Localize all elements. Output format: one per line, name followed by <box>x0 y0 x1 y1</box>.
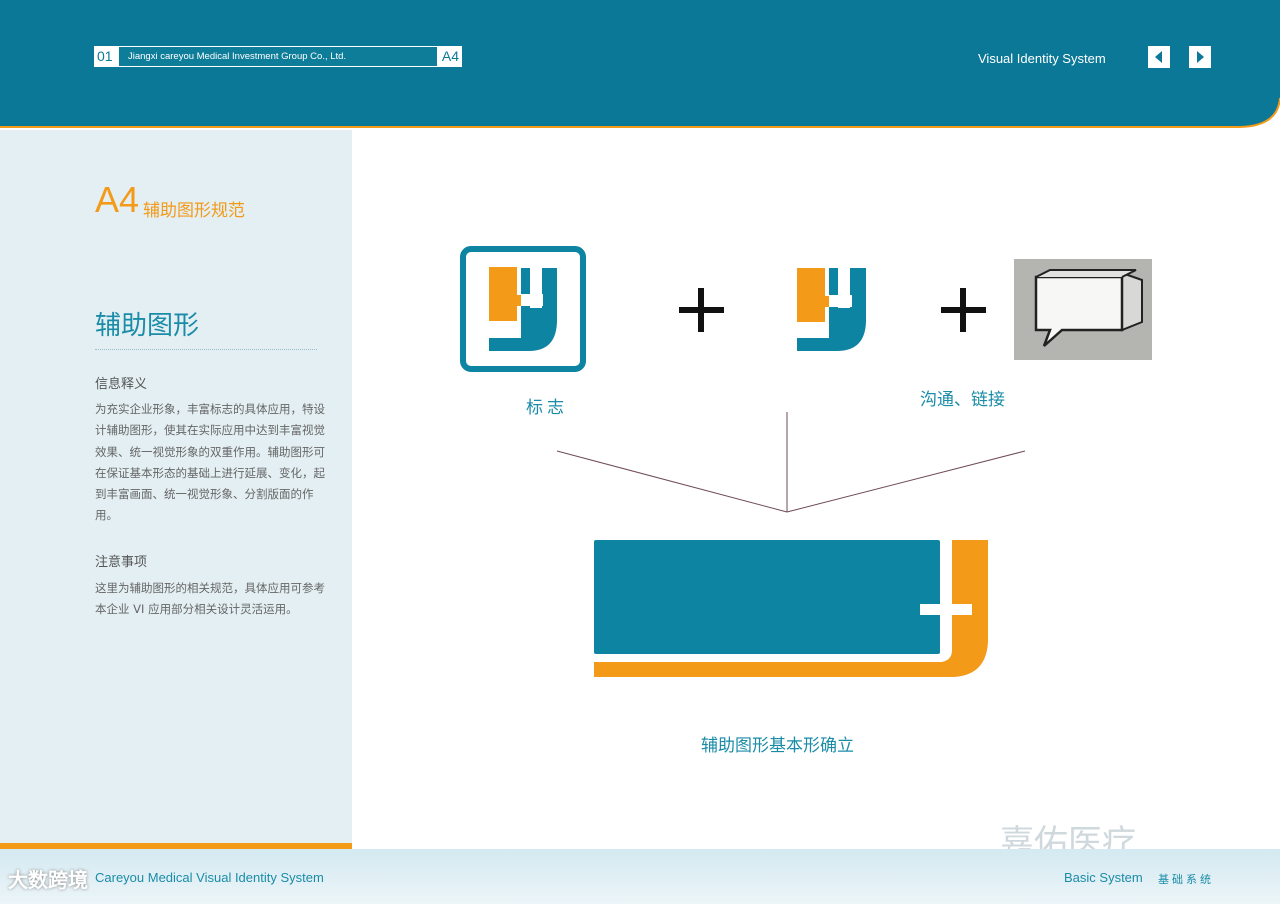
triangle-left-icon <box>1155 51 1162 63</box>
definition-paragraph: 为充实企业形象，丰富标志的具体应用，特设计辅助图形，使其在实际应用中达到丰富视觉… <box>95 402 325 523</box>
subheading-definition: 信息释义 <box>95 377 148 392</box>
notes-paragraph: 这里为辅助图形的相关规范，具体应用可参考本企业 VI 应用部分相关设计灵活运用。 <box>95 581 325 617</box>
label-base-shape: 辅助图形基本形确立 <box>701 736 854 756</box>
label-logo: 标志 <box>526 398 568 418</box>
connector-lines <box>556 412 1026 513</box>
logo-mark <box>797 268 866 351</box>
prev-page-button[interactable] <box>1148 46 1170 68</box>
subheading-notes: 注意事项 <box>95 555 148 570</box>
section-title: 辅助图形规范 <box>143 201 245 221</box>
system-title: Visual Identity System <box>978 51 1106 66</box>
auxiliary-base-shape <box>594 540 988 677</box>
plus-sign-1 <box>679 288 724 332</box>
label-communication: 沟通、链接 <box>920 390 1005 410</box>
header-section-code: A4 <box>441 48 459 64</box>
footer-basic-system: Basic System <box>1064 870 1143 885</box>
footer-basic-system-cn: 基础系统 <box>1158 873 1214 886</box>
logo-framed <box>460 246 586 372</box>
footer-brand-overlay: 大数跨境 <box>8 868 88 892</box>
header-doc-label: 01 Jiangxi careyou Medical Investment Gr… <box>94 46 462 67</box>
company-name: Jiangxi careyou Medical Investment Group… <box>119 47 437 66</box>
plus-sign-2 <box>941 288 986 332</box>
sidebar-divider <box>95 349 317 350</box>
next-page-button[interactable] <box>1189 46 1211 68</box>
speech-bubble-image <box>1014 259 1152 360</box>
section-code: A4 <box>95 179 140 220</box>
triangle-right-icon <box>1197 51 1204 63</box>
sidebar-heading: 辅助图形 <box>95 311 200 341</box>
page-number: 01 <box>97 48 113 64</box>
footer-system-name: Careyou Medical Visual Identity System <box>95 870 324 885</box>
